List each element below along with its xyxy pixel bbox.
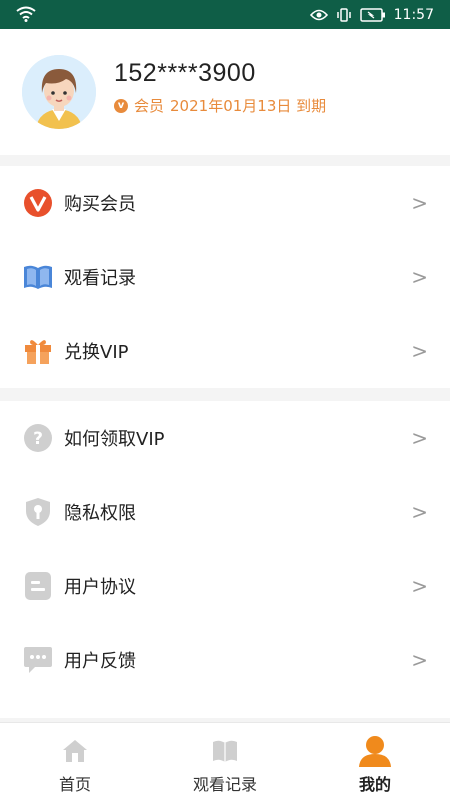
battery-icon <box>359 7 385 22</box>
tab-label: 首页 <box>58 775 91 794</box>
user-avatar-illustration-icon <box>22 55 96 129</box>
tab-home[interactable]: 首页 <box>0 723 150 800</box>
shield-lock-icon <box>22 496 54 528</box>
svg-text:?: ? <box>33 429 43 449</box>
chevron-right-icon: > <box>411 265 428 289</box>
home-icon <box>62 737 88 765</box>
chevron-right-icon: > <box>411 339 428 363</box>
user-icon <box>358 736 392 767</box>
vibrate-icon <box>336 7 351 22</box>
menu-item-user-feedback[interactable]: 用户反馈 > <box>0 623 450 697</box>
question-icon: ? <box>22 422 54 454</box>
menu-item-label: 如何领取VIP <box>64 429 165 450</box>
eye-icon <box>309 9 328 20</box>
chevron-right-icon: > <box>411 648 428 672</box>
open-book-icon <box>22 261 54 293</box>
tab-watch-history[interactable]: 观看记录 <box>150 723 300 800</box>
menu-item-privacy-permissions[interactable]: 隐私权限 > <box>0 475 450 549</box>
chevron-right-icon: > <box>411 500 428 524</box>
menu-item-label: 隐私权限 <box>64 503 136 524</box>
chevron-right-icon: > <box>411 426 428 450</box>
menu-group-primary: 购买会员 > 观看记录 > 兑换VIP > <box>0 166 450 388</box>
menu-item-user-agreement[interactable]: 用户协议 > <box>0 549 450 623</box>
menu-item-how-to-get-vip[interactable]: ? 如何领取VIP > <box>0 401 450 475</box>
chevron-right-icon: > <box>411 191 428 215</box>
status-time: 11:57 <box>393 6 434 23</box>
gift-icon <box>22 335 54 367</box>
menu-item-buy-membership[interactable]: 购买会员 > <box>0 166 450 240</box>
avatar[interactable] <box>22 55 96 129</box>
menu-item-label: 购买会员 <box>64 194 136 215</box>
tab-label: 观看记录 <box>192 775 257 794</box>
menu-item-label: 兑换VIP <box>64 342 129 363</box>
vip-badge-icon: v <box>114 98 128 113</box>
status-bar: 11:57 <box>0 0 450 29</box>
menu-item-label: 观看记录 <box>64 268 136 289</box>
bottom-tab-bar: 首页 观看记录 我的 <box>0 722 450 800</box>
menu-item-label: 用户反馈 <box>64 651 136 672</box>
menu-item-watch-history[interactable]: 观看记录 > <box>0 240 450 314</box>
wifi-icon <box>16 6 36 22</box>
membership-status: v 会员 2021年01月13日 到期 <box>114 95 326 116</box>
tab-mine[interactable]: 我的 <box>300 723 450 800</box>
vip-v-icon <box>22 187 54 219</box>
chevron-right-icon: > <box>411 574 428 598</box>
profile-header[interactable]: 152****3900 v 会员 2021年01月13日 到期 <box>0 29 450 155</box>
member-expiry: 2021年01月13日 到期 <box>170 97 327 115</box>
book-icon <box>211 737 239 765</box>
user-phone-number: 152****3900 <box>114 59 256 87</box>
tab-label: 我的 <box>358 775 391 794</box>
menu-item-redeem-vip[interactable]: 兑换VIP > <box>0 314 450 388</box>
menu-group-secondary: ? 如何领取VIP > 隐私权限 > 用户协议 > 用户反馈 > <box>0 401 450 721</box>
chat-bubble-icon <box>22 644 54 676</box>
document-icon <box>22 570 54 602</box>
menu-item-label: 用户协议 <box>64 577 136 598</box>
member-label: 会员 <box>134 97 165 115</box>
